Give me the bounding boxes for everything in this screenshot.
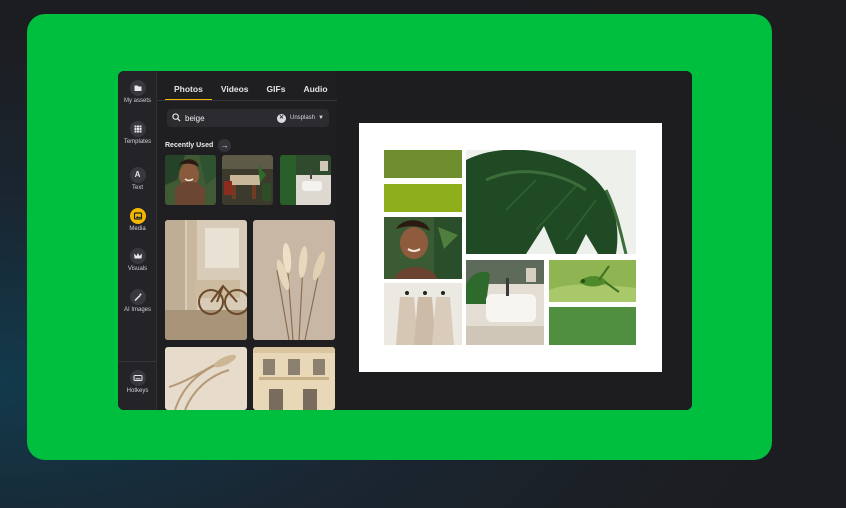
- sidebar-item-label: Hotkeys: [126, 388, 149, 394]
- magic-wand-icon: [129, 289, 146, 305]
- swatch-green[interactable]: [549, 307, 636, 345]
- sidebar-rail: My assets Templates A Text Media Visuals…: [118, 71, 157, 410]
- swatch-lime[interactable]: [384, 184, 462, 212]
- sidebar-item-templates[interactable]: Templates: [118, 121, 157, 145]
- recent-thumb-bathroom-sink[interactable]: [280, 155, 331, 205]
- result-thumb-building-facade[interactable]: [253, 347, 335, 410]
- sidebar-item-visuals[interactable]: Visuals: [118, 248, 157, 272]
- rail-divider: [118, 361, 157, 362]
- tab-photos[interactable]: Photos: [165, 83, 212, 101]
- sidebar-item-label: My assets: [123, 98, 151, 104]
- text-icon: A: [129, 167, 146, 183]
- tab-videos[interactable]: Videos: [212, 83, 258, 101]
- keyboard-icon: [129, 370, 146, 386]
- search-icon: [167, 112, 185, 124]
- editor-window: My assets Templates A Text Media Visuals…: [118, 71, 692, 410]
- sidebar-item-hotkeys[interactable]: Hotkeys: [118, 370, 157, 394]
- folder-icon: [129, 80, 146, 96]
- sidebar-item-ai-images[interactable]: AI Images: [118, 289, 157, 313]
- recently-used-label: Recently Used: [165, 142, 214, 149]
- image-icon: [129, 208, 146, 224]
- grid-icon: [129, 121, 146, 137]
- photo-grasshopper[interactable]: [549, 260, 636, 302]
- sidebar-item-my-assets[interactable]: My assets: [118, 80, 157, 104]
- sidebar-item-label: AI Images: [123, 307, 151, 313]
- clear-search-icon[interactable]: ✕: [277, 113, 286, 123]
- recently-used-header: Recently Used →: [165, 139, 232, 152]
- sidebar-item-media[interactable]: Media: [118, 208, 157, 232]
- recent-thumb-dining-room[interactable]: [222, 155, 273, 205]
- search-input[interactable]: [185, 111, 275, 125]
- photo-linen-towels[interactable]: [384, 283, 462, 345]
- sidebar-item-label: Templates: [123, 139, 152, 145]
- chevron-down-icon[interactable]: ▼: [318, 115, 324, 121]
- sidebar-item-label: Text: [131, 185, 143, 191]
- crown-icon: [129, 248, 146, 264]
- photo-woman-laughing[interactable]: [384, 217, 462, 279]
- source-select[interactable]: Unsplash: [290, 115, 315, 121]
- photo-bathroom-sink[interactable]: [466, 260, 544, 345]
- photo-monstera-leaf[interactable]: [466, 150, 636, 254]
- recent-thumb-woman-laughing[interactable]: [165, 155, 216, 205]
- result-thumb-dried-grass[interactable]: [165, 347, 247, 410]
- sidebar-item-label: Media: [129, 226, 146, 232]
- swatch-olive[interactable]: [384, 150, 462, 178]
- media-panel: Photos Videos GIFs Audio ✕ Unsplash ▼ Re…: [157, 71, 337, 410]
- tabs-divider: [157, 100, 337, 101]
- tab-audio[interactable]: Audio: [294, 83, 336, 101]
- sidebar-item-label: Visuals: [127, 266, 148, 272]
- moodboard-canvas[interactable]: [359, 123, 662, 372]
- result-thumb-bicycle-room[interactable]: [165, 220, 247, 340]
- search-bar: ✕ Unsplash ▼: [167, 109, 329, 127]
- sidebar-item-text[interactable]: A Text: [118, 167, 157, 191]
- arrow-right-icon[interactable]: →: [218, 139, 232, 152]
- tab-gifs[interactable]: GIFs: [258, 83, 295, 101]
- result-thumb-pampas-grass[interactable]: [253, 220, 335, 340]
